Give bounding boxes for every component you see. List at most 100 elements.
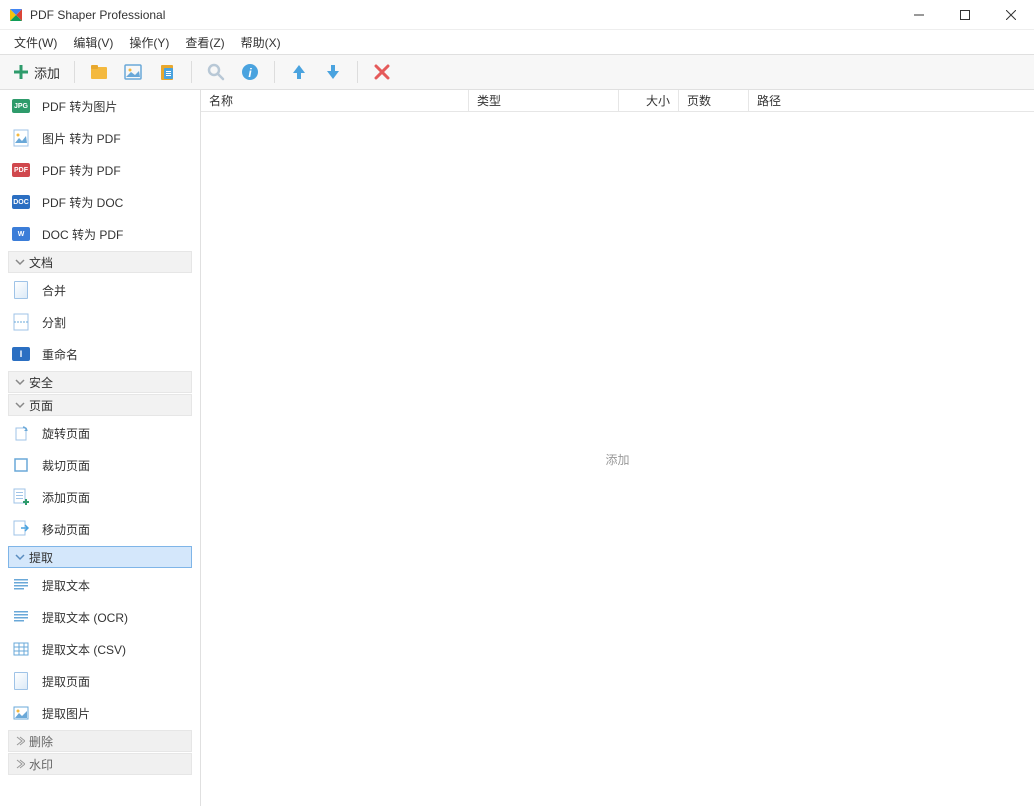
sidebar-item-merge[interactable]: 合并	[0, 274, 200, 306]
column-header-name[interactable]: 名称	[201, 90, 469, 111]
add-button[interactable]: 添加	[8, 61, 64, 84]
sidebar-item-extract-pages[interactable]: 提取页面	[0, 665, 200, 697]
sidebar-item-label: 提取图片	[42, 705, 90, 722]
sidebar-item-extract-text[interactable]: 提取文本	[0, 569, 200, 601]
section-label: 提取	[29, 549, 53, 566]
sidebar-section-extract[interactable]: 提取	[8, 546, 192, 568]
sidebar-item-rename[interactable]: 重命名	[0, 338, 200, 370]
menu-action[interactable]: 操作(Y)	[121, 32, 177, 53]
sidebar-item-extract-text-csv[interactable]: 提取文本 (CSV)	[0, 633, 200, 665]
maximize-button[interactable]	[942, 0, 988, 29]
chevron-down-icon	[15, 552, 25, 562]
sidebar-item-crop-pages[interactable]: 裁切页面	[0, 449, 200, 481]
sidebar-item-add-pages[interactable]: 添加页面	[0, 481, 200, 513]
image-icon	[123, 62, 143, 82]
minimize-button[interactable]	[896, 0, 942, 29]
sidebar-item-move-pages[interactable]: 移动页面	[0, 513, 200, 545]
sidebar-item-pdf-to-image[interactable]: JPG PDF 转为图片	[0, 90, 200, 122]
plus-icon	[12, 63, 30, 81]
sidebar-item-split[interactable]: 分割	[0, 306, 200, 338]
window-title: PDF Shaper Professional	[30, 8, 896, 22]
paste-button[interactable]	[153, 58, 181, 86]
info-button[interactable]: i	[236, 58, 264, 86]
body: JPG PDF 转为图片 图片 转为 PDF PDF PDF 转为 PDF DO…	[0, 90, 1034, 806]
table-header: 名称 类型 大小 页数 路径	[201, 90, 1034, 112]
image-file-icon	[12, 129, 30, 147]
merge-icon	[12, 281, 30, 299]
chevron-down-icon	[15, 377, 25, 387]
search-button[interactable]	[202, 58, 230, 86]
toolbar-separator	[357, 61, 358, 83]
table-body[interactable]: 添加	[201, 112, 1034, 806]
sidebar-item-label: 提取文本 (CSV)	[42, 641, 126, 658]
empty-placeholder: 添加	[605, 451, 629, 468]
app-logo-icon	[8, 7, 24, 23]
add-page-icon	[12, 488, 30, 506]
sidebar-item-label: PDF 转为 PDF	[42, 162, 121, 179]
crop-icon	[12, 456, 30, 474]
section-label: 页面	[29, 397, 53, 414]
x-icon	[373, 63, 391, 81]
menu-edit[interactable]: 编辑(V)	[65, 32, 121, 53]
toolbar-separator	[74, 61, 75, 83]
menu-view[interactable]: 查看(Z)	[177, 32, 232, 53]
sidebar-item-extract-text-ocr[interactable]: 提取文本 (OCR)	[0, 601, 200, 633]
chevron-down-icon	[15, 400, 25, 410]
sidebar-section-delete[interactable]: 删除	[8, 730, 192, 752]
search-icon	[206, 62, 226, 82]
column-header-path[interactable]: 路径	[749, 90, 1034, 111]
sidebar-item-label: DOC 转为 PDF	[42, 226, 123, 243]
close-button[interactable]	[988, 0, 1034, 29]
folder-icon	[89, 62, 109, 82]
image-icon	[12, 704, 30, 722]
sidebar-section-pages[interactable]: 页面	[8, 394, 192, 416]
sidebar-item-pdf-to-doc[interactable]: DOC PDF 转为 DOC	[0, 186, 200, 218]
chevron-right-icon	[15, 759, 25, 769]
section-label: 删除	[29, 733, 53, 750]
sidebar-item-doc-to-pdf[interactable]: W DOC 转为 PDF	[0, 218, 200, 250]
move-up-button[interactable]	[285, 58, 313, 86]
pdf-icon: PDF	[12, 161, 30, 179]
arrow-down-icon	[323, 62, 343, 82]
column-header-size[interactable]: 大小	[619, 90, 679, 111]
text-lines-icon	[12, 576, 30, 594]
menubar: 文件(W) 编辑(V) 操作(Y) 查看(Z) 帮助(X)	[0, 30, 1034, 54]
sidebar-item-rotate-pages[interactable]: 旋转页面	[0, 417, 200, 449]
titlebar: PDF Shaper Professional	[0, 0, 1034, 30]
doc-icon: DOC	[12, 193, 30, 211]
word-icon: W	[12, 225, 30, 243]
sidebar-item-label: PDF 转为 DOC	[42, 194, 123, 211]
menu-help[interactable]: 帮助(X)	[233, 32, 289, 53]
chevron-right-icon	[15, 736, 25, 746]
sidebar-item-label: 分割	[42, 314, 66, 331]
toolbar: 添加 i	[0, 54, 1034, 90]
toolbar-separator	[274, 61, 275, 83]
sidebar-item-image-to-pdf[interactable]: 图片 转为 PDF	[0, 122, 200, 154]
sidebar-item-extract-images[interactable]: 提取图片	[0, 697, 200, 729]
sidebar-item-label: 重命名	[42, 346, 78, 363]
arrow-up-icon	[289, 62, 309, 82]
sidebar: JPG PDF 转为图片 图片 转为 PDF PDF PDF 转为 PDF DO…	[0, 90, 200, 806]
column-header-type[interactable]: 类型	[469, 90, 619, 111]
folder-button[interactable]	[85, 58, 113, 86]
section-label: 水印	[29, 756, 53, 773]
sidebar-section-security[interactable]: 安全	[8, 371, 192, 393]
image-button[interactable]	[119, 58, 147, 86]
main-panel: 名称 类型 大小 页数 路径 添加	[200, 90, 1034, 806]
sidebar-item-label: 添加页面	[42, 489, 90, 506]
delete-button[interactable]	[368, 58, 396, 86]
sidebar-item-label: PDF 转为图片	[42, 98, 117, 115]
sidebar-item-label: 提取文本	[42, 577, 90, 594]
sidebar-section-document[interactable]: 文档	[8, 251, 192, 273]
add-button-label: 添加	[34, 63, 60, 82]
sidebar-item-pdf-to-pdf[interactable]: PDF PDF 转为 PDF	[0, 154, 200, 186]
sidebar-section-watermark[interactable]: 水印	[8, 753, 192, 775]
chevron-down-icon	[15, 257, 25, 267]
sidebar-item-label: 旋转页面	[42, 425, 90, 442]
move-page-icon	[12, 520, 30, 538]
column-header-pages[interactable]: 页数	[679, 90, 749, 111]
menu-file[interactable]: 文件(W)	[6, 32, 65, 53]
text-lines-icon	[12, 608, 30, 626]
sidebar-item-label: 裁切页面	[42, 457, 90, 474]
move-down-button[interactable]	[319, 58, 347, 86]
